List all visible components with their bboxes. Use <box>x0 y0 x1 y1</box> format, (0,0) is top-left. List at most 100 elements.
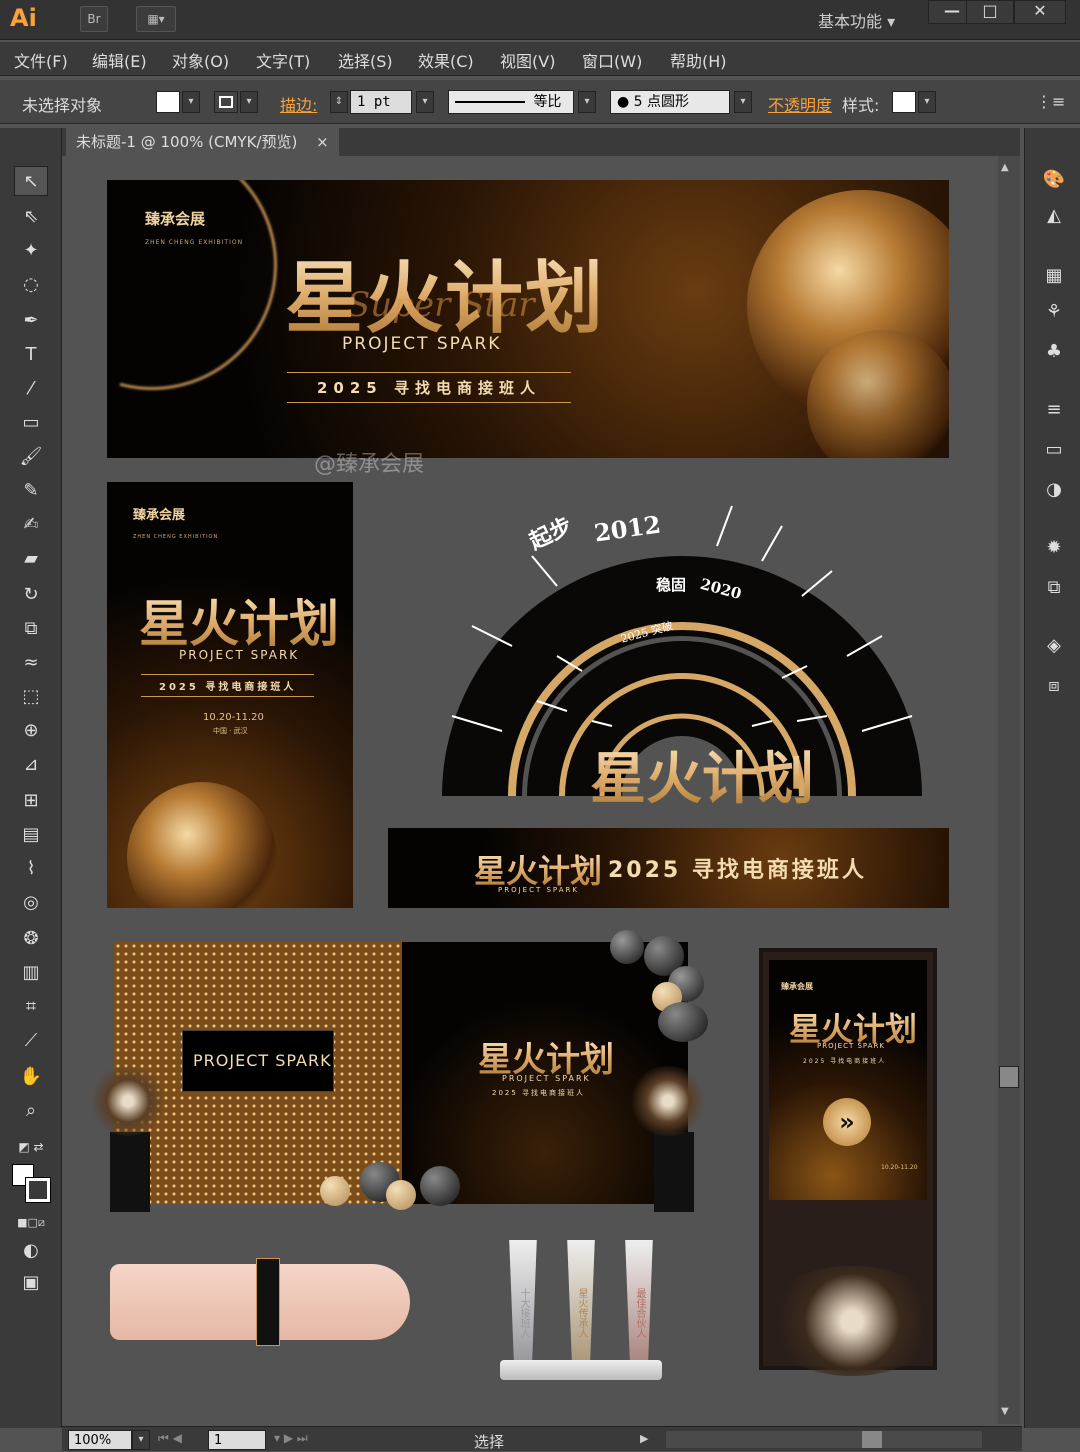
graphic-styles-icon[interactable]: ⧉ <box>1039 574 1069 602</box>
drawing-mode-icon[interactable]: ◐ <box>14 1236 48 1266</box>
stroke-color-box[interactable] <box>25 1177 51 1203</box>
default-colors-icon[interactable]: ◩ ⇄ <box>14 1132 48 1162</box>
panel-dock: 🎨 ◭ ▦ ⚘ ♣ ≡ ▭ ◑ ✹ ⧉ ◈ ⧈ <box>1024 128 1080 1428</box>
screen-mode-icon[interactable]: ▣ <box>14 1268 48 1298</box>
selection-tool-icon[interactable]: ↖ <box>14 166 48 196</box>
vertical-scroll-thumb[interactable] <box>999 1066 1019 1088</box>
gradient-tool-icon[interactable]: ▤ <box>14 820 48 850</box>
scroll-up-icon[interactable]: ▲ <box>1001 162 1009 173</box>
warp-tool-icon[interactable]: ≈ <box>14 648 48 678</box>
selection-status: 未选择对象 <box>22 96 103 115</box>
status-menu-icon[interactable]: ▶ <box>640 1432 648 1445</box>
brush-dropdown[interactable]: ▾ <box>734 91 752 113</box>
rollup-title-en: PROJECT SPARK <box>817 1042 885 1050</box>
zoom-field[interactable]: 100% <box>68 1430 132 1450</box>
symbols-panel-icon[interactable]: ♣ <box>1039 338 1069 366</box>
maximize-button[interactable]: □ <box>966 0 1014 24</box>
zoom-dropdown[interactable]: ▾ <box>132 1430 150 1450</box>
style-dropdown[interactable]: ▾ <box>918 91 936 113</box>
blend-tool-icon[interactable]: ◎ <box>14 888 48 918</box>
mesh-tool-icon[interactable]: ⊞ <box>14 786 48 816</box>
eraser-tool-icon[interactable]: ▰ <box>14 544 48 574</box>
poster-dates: 10.20-11.20 <box>203 712 264 723</box>
pen-tool-icon[interactable]: ✒ <box>14 306 48 336</box>
menu-view[interactable]: 视图(V) <box>500 48 555 72</box>
pencil-tool-icon[interactable]: ✎ <box>14 476 48 506</box>
artboards-panel-icon[interactable]: ⧈ <box>1039 672 1069 700</box>
gradient-panel-icon[interactable]: ▭ <box>1039 436 1069 464</box>
profile-dropdown[interactable]: ▾ <box>578 91 596 113</box>
horizontal-scroll-thumb[interactable] <box>862 1431 882 1448</box>
stroke-weight-field[interactable]: 1 pt <box>350 90 412 114</box>
hand-tool-icon[interactable]: ✋ <box>14 1062 48 1092</box>
shape-builder-tool-icon[interactable]: ⊕ <box>14 716 48 746</box>
color-mode-icons[interactable]: ■□⧄ <box>14 1208 48 1238</box>
slice-tool-icon[interactable]: ⟋ <box>14 1026 48 1056</box>
main-banner: 臻承会展 ZHEN CHENG EXHIBITION 星火计划 Super St… <box>107 180 949 458</box>
appearance-panel-icon[interactable]: ✹ <box>1039 534 1069 562</box>
menu-help[interactable]: 帮助(H) <box>670 48 727 72</box>
artboard-canvas[interactable]: 臻承会展 ZHEN CHENG EXHIBITION 星火计划 Super St… <box>62 156 998 1426</box>
rotate-tool-icon[interactable]: ↻ <box>14 580 48 610</box>
vertical-scrollbar[interactable]: ▲ ▼ <box>998 156 1020 1424</box>
status-bar: 100% ▾ ⏮ ◀ 1 ▾ ▶ ⏭ 选择 ▶ <box>62 1426 1022 1451</box>
opacity-link[interactable]: 不透明度 <box>768 92 832 116</box>
magic-wand-tool-icon[interactable]: ✦ <box>14 236 48 266</box>
color-panel-icon[interactable]: 🎨 <box>1039 166 1069 194</box>
stroke-stepper[interactable]: ⇕ <box>330 91 348 113</box>
menu-select[interactable]: 选择(S) <box>338 48 393 72</box>
column-graph-tool-icon[interactable]: ▥ <box>14 958 48 988</box>
brush-definition[interactable]: ● 5 点圆形 <box>610 90 730 114</box>
stroke-weight-dropdown[interactable]: ▾ <box>416 91 434 113</box>
blob-brush-tool-icon[interactable]: ✍ <box>14 510 48 540</box>
tab-close-icon[interactable]: × <box>316 133 329 151</box>
horizontal-scrollbar[interactable] <box>666 1431 982 1448</box>
stroke-panel-icon[interactable]: ≡ <box>1039 396 1069 424</box>
zoom-tool-icon[interactable]: ⌕ <box>14 1096 48 1126</box>
menu-object[interactable]: 对象(O) <box>172 48 229 72</box>
rollup-flowers <box>762 1266 942 1376</box>
tab-document[interactable]: 未标题-1 @ 100% (CMYK/预览) × <box>66 128 339 156</box>
fill-dropdown[interactable]: ▾ <box>182 91 200 113</box>
type-tool-icon[interactable]: T <box>14 340 48 370</box>
panel-menu-icon[interactable]: ⋮≡ <box>1036 92 1065 111</box>
fill-swatch[interactable] <box>156 91 180 113</box>
brush-dot-icon: ● <box>617 94 630 110</box>
stroke-dropdown[interactable]: ▾ <box>240 91 258 113</box>
direct-selection-tool-icon[interactable]: ⇖ <box>14 202 48 232</box>
menu-window[interactable]: 窗口(W) <box>582 48 642 72</box>
stroke-swatch[interactable] <box>214 91 238 113</box>
eyedropper-tool-icon[interactable]: ⌇ <box>14 854 48 884</box>
artboard-number-field[interactable]: 1 <box>208 1430 266 1450</box>
transparency-panel-icon[interactable]: ◑ <box>1039 476 1069 504</box>
scale-tool-icon[interactable]: ⧉ <box>14 614 48 644</box>
lasso-tool-icon[interactable]: ◌ <box>14 270 48 300</box>
arrange-documents-button[interactable]: ▦▾ <box>136 6 176 32</box>
line-tool-icon[interactable]: ⁄ <box>14 374 48 404</box>
symbol-sprayer-tool-icon[interactable]: ❂ <box>14 924 48 954</box>
brushes-panel-icon[interactable]: ⚘ <box>1039 298 1069 326</box>
layers-panel-icon[interactable]: ◈ <box>1039 632 1069 660</box>
scroll-down-icon[interactable]: ▼ <box>1001 1406 1009 1417</box>
artboard-tool-icon[interactable]: ⌗ <box>14 992 48 1022</box>
menu-file[interactable]: 文件(F) <box>14 48 68 72</box>
swatches-panel-icon[interactable]: ▦ <box>1039 262 1069 290</box>
paintbrush-tool-icon[interactable]: 🖌 <box>14 442 48 472</box>
workspace-switcher[interactable]: 基本功能 ▾ <box>818 8 895 32</box>
perspective-grid-tool-icon[interactable]: ⊿ <box>14 750 48 780</box>
rectangle-tool-icon[interactable]: ▭ <box>14 408 48 438</box>
color-guide-icon[interactable]: ◭ <box>1039 202 1069 230</box>
wristband-arm <box>110 1258 410 1346</box>
free-transform-tool-icon[interactable]: ⬚ <box>14 682 48 712</box>
graphic-style-swatch[interactable] <box>892 91 916 113</box>
menu-edit[interactable]: 编辑(E) <box>92 48 147 72</box>
artboard-nav-prev-icons[interactable]: ⏮ ◀ <box>158 1431 182 1446</box>
poster-brand: 臻承会展 ZHEN CHENG EXHIBITION <box>133 504 218 542</box>
stroke-label[interactable]: 描边: <box>280 92 317 116</box>
menu-effect[interactable]: 效果(C) <box>418 48 474 72</box>
close-button[interactable]: ✕ <box>1014 0 1066 24</box>
variable-width-profile[interactable]: 等比 <box>448 90 574 114</box>
menu-type[interactable]: 文字(T) <box>256 48 310 72</box>
bridge-button[interactable]: Br <box>80 6 108 32</box>
artboard-nav-next-icons[interactable]: ▾ ▶ ⏭ <box>274 1431 308 1446</box>
